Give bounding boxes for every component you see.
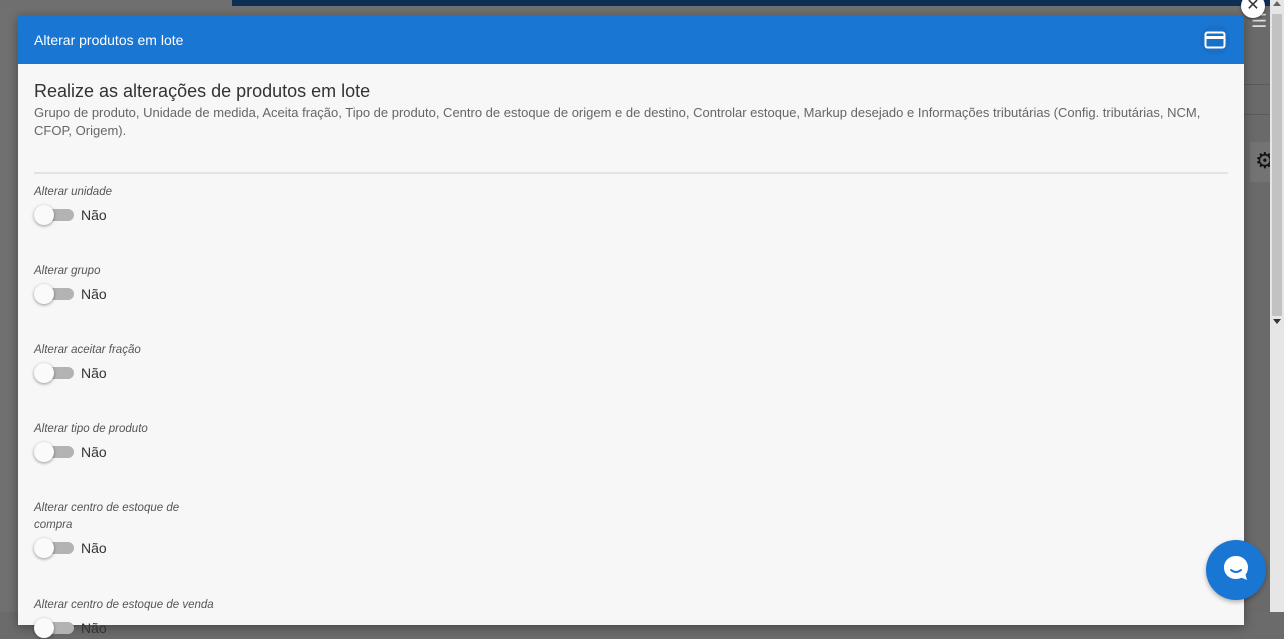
toggle-row: Não [34, 617, 1228, 639]
toggle-state-label: Não [81, 444, 107, 460]
toggle-thumb[interactable] [34, 205, 54, 225]
fields-list: Alterar unidade Não Alterar grupo Não Al… [34, 184, 1228, 639]
toggle-state-label: Não [81, 620, 107, 636]
divider [34, 172, 1228, 174]
field-label: Alterar grupo [34, 265, 101, 277]
credit-card-icon[interactable] [1200, 24, 1230, 55]
field-alterar-centro-estoque-compra: Alterar centro de estoque de compra Não [34, 500, 204, 559]
toggle-thumb[interactable] [34, 442, 54, 462]
modal-header: Alterar produtos em lote [18, 15, 1244, 64]
field-alterar-grupo: Alterar grupo Não [34, 263, 1228, 305]
toggle-row: Não [34, 204, 1228, 226]
field-alterar-aceitar-fracao: Alterar aceitar fração Não [34, 342, 1228, 384]
field-label: Alterar centro de estoque de venda [34, 599, 214, 611]
toggle-switch[interactable] [34, 537, 74, 559]
field-alterar-unidade: Alterar unidade Não [34, 184, 1228, 226]
toggle-switch[interactable] [34, 441, 74, 463]
background-topbar-left [0, 0, 232, 6]
background-topbar [232, 0, 1284, 6]
toggle-row: Não [34, 362, 1228, 384]
toggle-thumb[interactable] [34, 284, 54, 304]
toggle-state-label: Não [81, 365, 107, 381]
toggle-switch[interactable] [34, 204, 74, 226]
field-alterar-centro-estoque-venda: Alterar centro de estoque de venda Não [34, 597, 1228, 639]
section-title: Realize as alterações de produtos em lot… [34, 81, 371, 101]
field-label: Alterar tipo de produto [34, 423, 148, 435]
section-description: Grupo de produto, Unidade de medida, Ace… [34, 105, 1201, 138]
toggle-state-label: Não [81, 540, 107, 556]
toggle-switch[interactable] [34, 362, 74, 384]
modal-title: Alterar produtos em lote [34, 31, 184, 48]
scroll-down-arrow-icon[interactable] [1273, 319, 1281, 324]
field-label: Alterar unidade [34, 186, 112, 198]
toggle-switch[interactable] [34, 617, 74, 639]
background-divider [1244, 114, 1270, 115]
chat-bubble-icon [1221, 553, 1251, 588]
toggle-row: Não [34, 441, 1228, 463]
chat-button[interactable] [1206, 540, 1266, 600]
scrollbar-thumb[interactable] [1272, 14, 1282, 316]
field-alterar-tipo-de-produto: Alterar tipo de produto Não [34, 421, 1228, 463]
toggle-state-label: Não [81, 207, 107, 223]
toggle-thumb[interactable] [34, 618, 54, 638]
background-side-panel [1244, 6, 1270, 612]
field-label: Alterar aceitar fração [34, 344, 141, 356]
background-divider [1244, 84, 1270, 85]
toggle-thumb[interactable] [34, 363, 54, 383]
toggle-state-label: Não [81, 286, 107, 302]
toggle-row: Não [34, 537, 204, 559]
modal-body: Realize as alterações de produtos em lot… [18, 64, 1244, 639]
toggle-switch[interactable] [34, 283, 74, 305]
toggle-row: Não [34, 283, 1228, 305]
scroll-up-arrow-icon[interactable] [1273, 1, 1281, 6]
toggle-thumb[interactable] [34, 538, 54, 558]
field-label: Alterar centro de estoque de compra [34, 502, 180, 531]
bulk-edit-modal: Alterar produtos em lote Realize as alte… [18, 15, 1244, 638]
